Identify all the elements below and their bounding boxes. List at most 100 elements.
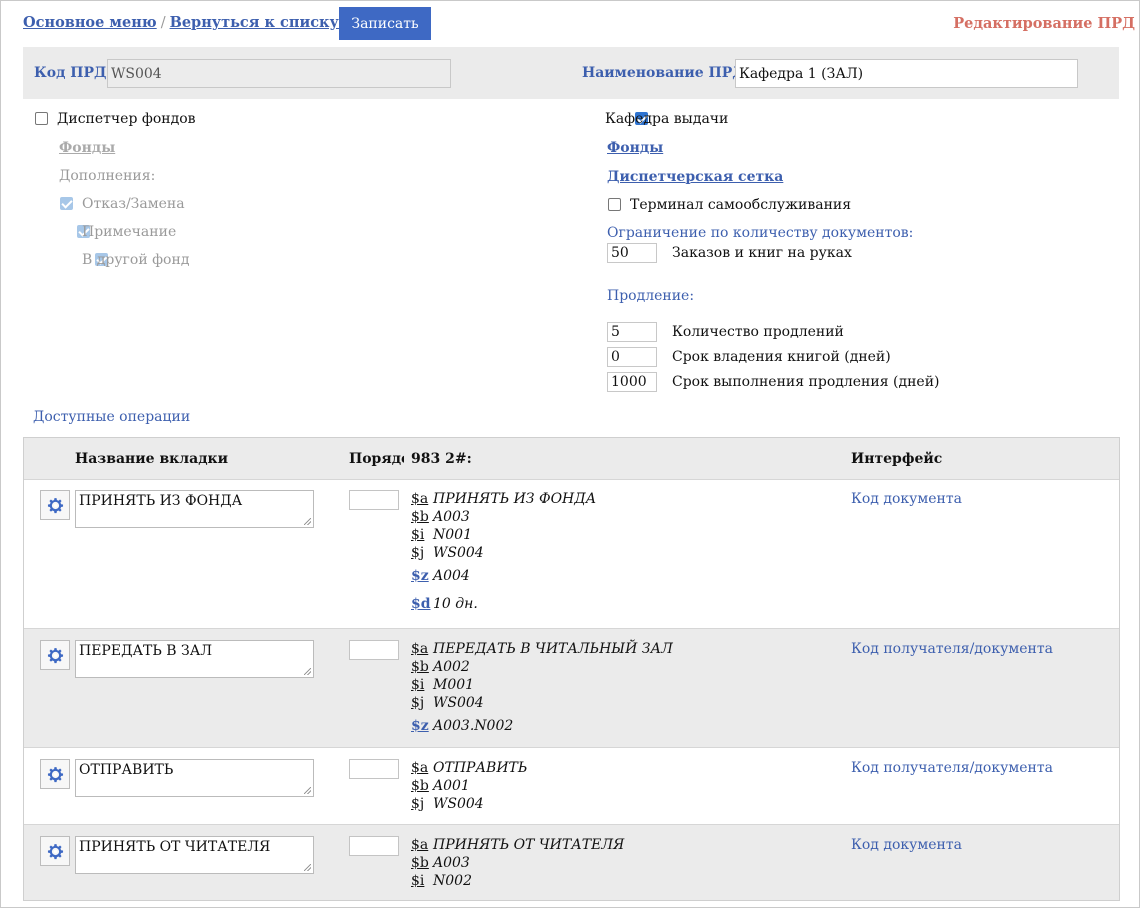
subfield-a: $a ОТПРАВИТЬ: [411, 759, 527, 777]
subfield-z-link[interactable]: $z: [411, 567, 433, 585]
page-title: Редактирование ПРД: [953, 15, 1135, 32]
dispatch-grid-link[interactable]: Диспетчерская сетка: [607, 169, 783, 185]
subfield-a: $a ПРИНЯТЬ ИЗ ФОНДА: [411, 490, 596, 508]
subfield-code: $i: [411, 677, 425, 693]
dispatcher-label: Диспетчер фондов: [57, 111, 196, 127]
gear-icon[interactable]: [40, 490, 70, 520]
subfield-value: WS004: [433, 796, 484, 812]
operations-title: Доступные операции: [33, 409, 191, 425]
subfield-value: WS004: [433, 695, 484, 711]
desk-label: Кафедра выдачи: [605, 111, 729, 127]
subfield-d-link[interactable]: $d: [411, 595, 433, 613]
breadcrumb-separator: /: [160, 15, 166, 31]
subfield-value: A001: [433, 778, 470, 794]
subfield-a: $a ПЕРЕДАТЬ В ЧИТАЛЬНЫЙ ЗАЛ: [411, 640, 673, 658]
addition-label-other-fund: В другой фонд: [82, 252, 190, 268]
renewal-days-label: Срок выполнения продления (дней): [672, 374, 940, 390]
subfield-i: $i N002: [411, 872, 472, 890]
addition-label-note: Примечание: [82, 224, 177, 240]
subfield-value: N001: [433, 527, 472, 543]
subfield-j: $j WS004: [411, 544, 484, 562]
tab-name-textarea[interactable]: ПРИНЯТЬ ОТ ЧИТАТЕЛЯ: [75, 836, 314, 874]
subfield-value: 10 дн.: [433, 596, 478, 612]
subfield-z: $z A004: [411, 567, 470, 585]
subfield-code: $a: [411, 491, 429, 507]
gear-icon[interactable]: [40, 836, 70, 866]
subfield-code: $b: [411, 855, 429, 871]
subfield-i: $i M001: [411, 676, 474, 694]
limit-label: Заказов и книг на руках: [672, 245, 852, 261]
subfield-i: $i N001: [411, 526, 472, 544]
subfield-code: $a: [411, 837, 429, 853]
order-input[interactable]: [349, 836, 399, 856]
subfield-value: A004: [433, 568, 470, 584]
hold-days-input[interactable]: [607, 347, 657, 367]
subfield-d: $d 10 дн.: [411, 595, 478, 613]
renewal-count-input[interactable]: [607, 322, 657, 342]
tab-name-textarea[interactable]: ПЕРЕДАТЬ В ЗАЛ: [75, 640, 314, 678]
subfield-code: $a: [411, 641, 429, 657]
subfield-code: $a: [411, 760, 429, 776]
subfield-a: $a ПРИНЯТЬ ОТ ЧИТАТЕЛЯ: [411, 836, 624, 854]
renewal-days-input[interactable]: [607, 372, 657, 392]
subfield-code: $b: [411, 778, 429, 794]
subfield-value: A002: [433, 659, 470, 675]
subfield-value: ПЕРЕДАТЬ В ЧИТАЛЬНЫЙ ЗАЛ: [433, 641, 673, 657]
subfield-value: A003: [433, 509, 470, 525]
code-label: Код ПРД: [34, 65, 107, 81]
breadcrumb: Основное меню / Вернуться к списку ПРД: [23, 14, 381, 31]
subfield-value: WS004: [433, 545, 484, 561]
hold-days-label: Срок владения книгой (дней): [672, 349, 891, 365]
subfield-code: $j: [411, 545, 425, 561]
table-header: Название вкладки Порядок 983 2#: Интерфе…: [24, 438, 1119, 480]
save-button[interactable]: Записать: [339, 7, 431, 40]
interface-link[interactable]: Код получателя/документа: [851, 641, 1053, 657]
subfield-value: M001: [433, 677, 475, 693]
subfield-code: $i: [411, 873, 425, 889]
code-field[interactable]: [107, 59, 451, 88]
interface-link[interactable]: Код документа: [851, 837, 962, 853]
terminal-checkbox[interactable]: [608, 198, 621, 211]
interface-link[interactable]: Код получателя/документа: [851, 760, 1053, 776]
subfield-code: $b: [411, 509, 429, 525]
col-tab-name: Название вкладки: [75, 451, 229, 467]
addition-label-refusal: Отказ/Замена: [82, 196, 185, 212]
gear-icon[interactable]: [40, 759, 70, 789]
operations-table: Название вкладки Порядок 983 2#: Интерфе…: [23, 437, 1120, 901]
dispatcher-checkbox[interactable]: [35, 112, 48, 125]
addition-checkbox-refusal[interactable]: [60, 197, 73, 210]
subfield-value: N002: [433, 873, 472, 889]
subfield-b: $b A003: [411, 854, 470, 872]
renewal-count-label: Количество продлений: [672, 324, 844, 340]
tab-name-textarea[interactable]: ОТПРАВИТЬ: [75, 759, 314, 797]
subfield-value: A003.N002: [433, 718, 514, 734]
gear-icon[interactable]: [40, 640, 70, 670]
additions-label: Дополнения:: [59, 168, 156, 184]
col-order: Порядок: [349, 451, 404, 467]
col-interface: Интерфейс: [851, 451, 943, 467]
subfield-value: ПРИНЯТЬ ОТ ЧИТАТЕЛЯ: [433, 837, 625, 853]
order-input[interactable]: [349, 640, 399, 660]
terminal-label: Терминал самообслуживания: [630, 197, 852, 213]
name-field[interactable]: [735, 59, 1078, 88]
subfield-z-link[interactable]: $z: [411, 717, 433, 735]
subfield-j: $j WS004: [411, 795, 484, 813]
subfield-value: ПРИНЯТЬ ИЗ ФОНДА: [433, 491, 597, 507]
order-input[interactable]: [349, 490, 399, 510]
main-menu-link[interactable]: Основное меню: [23, 14, 157, 31]
col-field: 983 2#:: [411, 451, 472, 467]
interface-link[interactable]: Код документа: [851, 491, 962, 507]
renewal-title: Продление:: [607, 288, 695, 304]
right-funds-link[interactable]: Фонды: [607, 140, 663, 156]
table-row: ПРИНЯТЬ ОТ ЧИТАТЕЛЯ $a ПРИНЯТЬ ОТ ЧИТАТЕЛ…: [24, 825, 1119, 900]
limit-input[interactable]: [607, 243, 657, 263]
name-label: Наименование ПРД: [582, 65, 745, 81]
subfield-code: $j: [411, 695, 425, 711]
subfield-b: $b A001: [411, 777, 470, 795]
left-funds-link[interactable]: Фонды: [59, 140, 115, 156]
subfield-code: $b: [411, 659, 429, 675]
order-input[interactable]: [349, 759, 399, 779]
table-row: ПРИНЯТЬ ИЗ ФОНДА $a ПРИНЯТЬ ИЗ ФОНДА $b A0…: [24, 479, 1119, 629]
tab-name-textarea[interactable]: ПРИНЯТЬ ИЗ ФОНДА: [75, 490, 314, 528]
limit-title: Ограничение по количеству документов:: [607, 225, 914, 241]
